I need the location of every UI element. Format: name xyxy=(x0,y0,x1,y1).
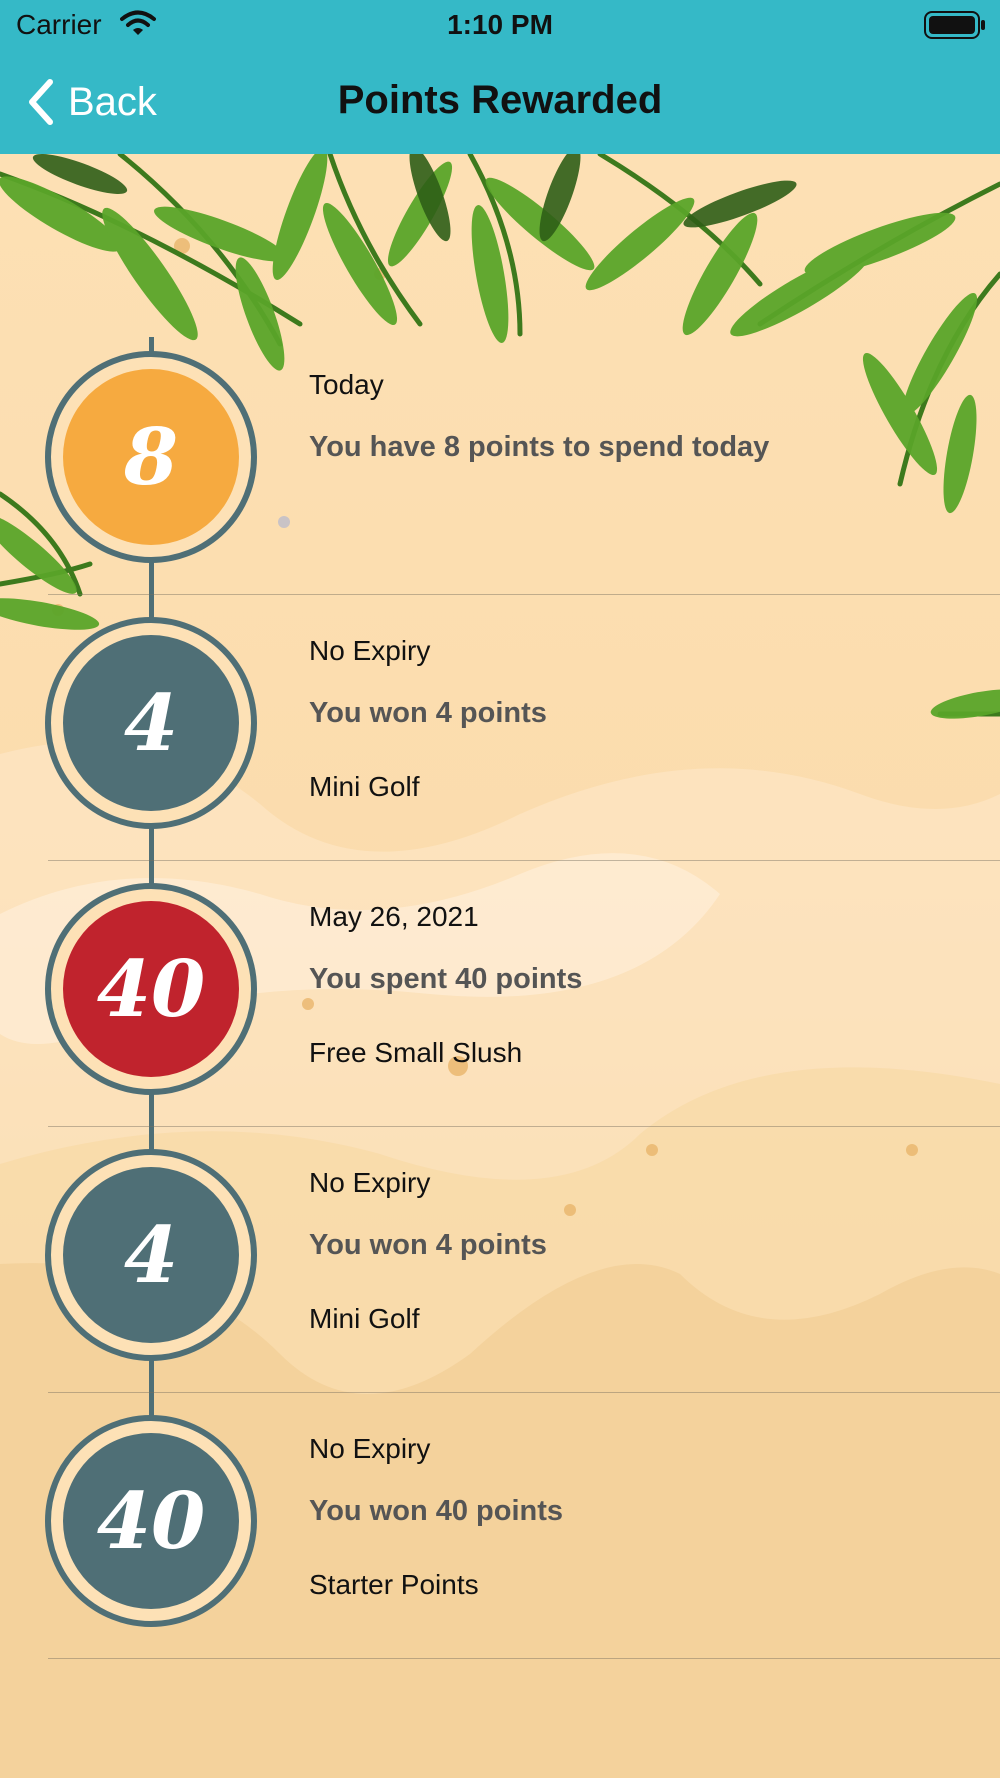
points-badge: 40 xyxy=(45,1415,257,1627)
points-value: 8 xyxy=(63,369,239,545)
entry-date: No Expiry xyxy=(309,635,431,666)
page-title: Points Rewarded xyxy=(337,78,663,122)
entry-date: No Expiry xyxy=(309,1433,431,1464)
entry-detail: Mini Golf xyxy=(309,1303,420,1334)
entry-date: Today xyxy=(309,369,384,400)
entry-message: You won 4 points xyxy=(309,1229,547,1261)
points-value: 40 xyxy=(63,901,239,1077)
points-value: 40 xyxy=(63,1433,239,1609)
points-badge: 40 xyxy=(45,883,257,1095)
entry-date: No Expiry xyxy=(309,1167,431,1198)
entry-detail: Mini Golf xyxy=(309,771,420,802)
entry-message: You have 8 points to spend today xyxy=(309,431,770,463)
points-value: 4 xyxy=(63,635,239,811)
points-entry-row[interactable]: 4 No Expiry You won 4 points Mini Golf xyxy=(0,1127,1000,1393)
entry-message: You won 4 points xyxy=(309,697,547,729)
points-list[interactable]: 8 Today You have 8 points to spend today… xyxy=(0,154,1000,1778)
points-badge: 8 xyxy=(45,351,257,563)
battery-icon xyxy=(924,11,986,46)
points-entry-row[interactable]: 40 No Expiry You won 40 points Starter P… xyxy=(0,1393,1000,1659)
entry-detail: Starter Points xyxy=(309,1569,479,1600)
points-entry-row[interactable]: 4 No Expiry You won 4 points Mini Golf xyxy=(0,595,1000,861)
entry-date: May 26, 2021 xyxy=(309,901,479,932)
status-bar: Carrier 1:10 PM xyxy=(0,0,1000,50)
entry-detail: Free Small Slush xyxy=(309,1037,523,1068)
points-badge: 4 xyxy=(45,1149,257,1361)
status-time: 1:10 PM xyxy=(447,9,553,40)
points-badge: 4 xyxy=(45,617,257,829)
entry-message: You spent 40 points xyxy=(309,963,583,995)
points-entry-row[interactable]: 8 Today You have 8 points to spend today xyxy=(0,329,1000,595)
points-entry-row[interactable]: 40 May 26, 2021 You spent 40 points Free… xyxy=(0,861,1000,1127)
navigation-bar: Back Points Rewarded xyxy=(0,50,1000,154)
points-value: 4 xyxy=(63,1167,239,1343)
row-divider xyxy=(48,1658,1000,1659)
entry-message: You won 40 points xyxy=(309,1495,564,1527)
